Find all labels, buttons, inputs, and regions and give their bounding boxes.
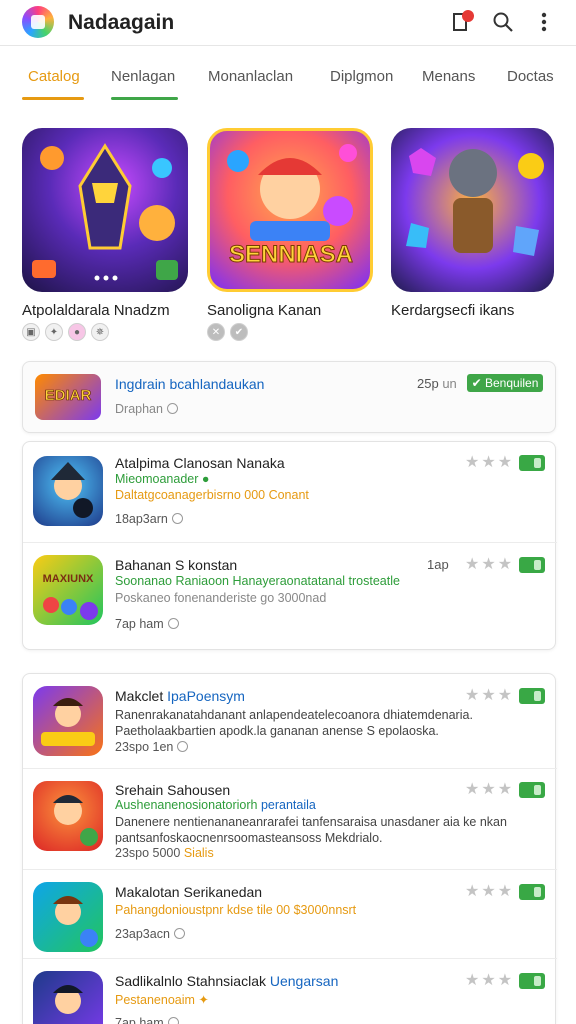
download-status-icon[interactable]	[519, 973, 545, 989]
download-status-icon[interactable]	[519, 455, 545, 471]
check-icon: ✔	[471, 376, 485, 390]
game-meta: 23spo 1en	[115, 740, 189, 754]
verified-icon: ●	[201, 472, 210, 486]
download-status-icon[interactable]	[519, 557, 545, 573]
list-item[interactable]: Atalpima Clanosan Nanaka Mieomoanader ● …	[23, 442, 557, 542]
game-thumbnail[interactable]	[33, 686, 103, 756]
more-vert-icon[interactable]	[530, 8, 558, 36]
promo-size: 25p un	[417, 376, 457, 391]
star-badge-icon: ✦	[198, 993, 209, 1007]
app-title: Nadaagain	[68, 11, 175, 34]
secondary-tab-indicator	[111, 97, 178, 100]
featured-art[interactable]	[22, 128, 188, 292]
game-meta: 18ap3arn	[115, 512, 183, 526]
promo-subtitle: Draphan	[115, 402, 178, 416]
rating-stars: ★ ★ ★	[465, 972, 513, 989]
featured-art[interactable]: SENNIASA	[207, 128, 373, 292]
game-meta: 7ap ham	[115, 617, 179, 631]
search-icon[interactable]	[489, 8, 517, 36]
rating-stars: ★ ★ ★	[465, 883, 513, 900]
game-price: Daltatgcoanagerbisrno 000 Conant	[115, 488, 309, 502]
promo-card[interactable]: EDIAR Ingdrain bcahlandaukan Draphan 25p…	[22, 361, 556, 433]
promo-thumbnail[interactable]: EDIAR	[35, 374, 101, 420]
list-item[interactable]: Makclet IpaPoensym Ranenrakanatahdanant …	[23, 674, 557, 768]
clock-icon	[167, 1017, 179, 1024]
game-thumbnail[interactable]	[33, 882, 103, 952]
clock-icon	[171, 513, 183, 524]
game-meta: 7ap ham	[115, 1016, 179, 1024]
active-tab-indicator	[22, 97, 84, 100]
game-size: 1ap	[427, 557, 449, 572]
badge-icon: ●	[68, 323, 86, 341]
tab-monanlaclan[interactable]: Monanlaclan	[208, 68, 293, 85]
game-price: Pestanenoaim ✦	[115, 993, 209, 1007]
tab-doctas[interactable]: Doctas	[507, 68, 554, 85]
clock-icon	[177, 741, 189, 752]
rating-stars: ★ ★ ★	[465, 556, 513, 573]
category-tabs: Catalog Nenlagan Monanlaclan Diplgmon Me…	[0, 56, 576, 102]
get-button[interactable]: ✔ Benquilen	[467, 374, 543, 392]
game-title[interactable]: Srehain Sahousen	[115, 782, 230, 798]
rating-stars: ★ ★ ★	[465, 454, 513, 471]
game-description: Ranenrakanatahdanant anlapendeatelecoano…	[115, 708, 473, 738]
list-item[interactable]: Sadlikalnlo Stahnsiaclak Uengarsan Pesta…	[23, 959, 557, 1024]
game-price: Pahangdonioustpnr kdse tile 00 $3000nnsr…	[115, 903, 357, 917]
game-meta: 23spo 5000 Sialis	[115, 846, 214, 860]
game-thumbnail[interactable]	[33, 781, 103, 851]
list-item[interactable]: Srehain Sahousen Aushenanenosionatoriorh…	[23, 769, 557, 869]
notification-badge	[462, 10, 474, 22]
list-item[interactable]: MAXIUNX Bahanan S konstan 1ap Soonanao R…	[23, 543, 557, 649]
featured-game-3[interactable]: Kerdargsecfi ikans	[391, 128, 557, 319]
game-list-2: Makclet IpaPoensym Ranenrakanatahdanant …	[22, 673, 557, 1024]
featured-badges: ✕ ✔	[207, 323, 248, 341]
tab-catalog[interactable]: Catalog	[28, 68, 80, 85]
featured-art-wordmark: SENNIASA	[228, 241, 354, 269]
game-description: Danenere nentienananeanrarafei tanfensar…	[115, 815, 507, 845]
featured-title: Atpolaldarala Nnadzm	[22, 302, 170, 319]
badge-icon: ✔	[230, 323, 248, 341]
download-status-icon[interactable]	[519, 688, 545, 704]
badge-icon: ▣	[22, 323, 40, 341]
download-status-icon[interactable]	[519, 782, 545, 798]
rating-stars: ★ ★ ★	[465, 687, 513, 704]
download-status-icon[interactable]	[519, 884, 545, 900]
game-title[interactable]: Makalotan Serikanedan	[115, 884, 262, 900]
game-tag: Mieomoanader ●	[115, 472, 210, 486]
badge-icon: ✦	[45, 323, 63, 341]
top-app-bar: Nadaagain	[0, 0, 576, 46]
clock-icon	[167, 618, 179, 629]
game-price: Poskaneo fonenanderiste go 3000nad	[115, 591, 327, 605]
featured-badges: ▣ ✦ ● ✵	[22, 323, 109, 341]
game-title[interactable]: Atalpima Clanosan Nanaka	[115, 455, 285, 471]
game-title[interactable]: Bahanan S konstan	[115, 557, 237, 573]
app-logo-icon[interactable]	[22, 6, 54, 38]
badge-icon: ✵	[91, 323, 109, 341]
game-tag: Soonanao Raniaoon Hanayeraonatatanal tro…	[115, 574, 400, 588]
tab-diplgmon[interactable]: Diplgmon	[330, 68, 393, 85]
notifications-icon[interactable]	[446, 8, 474, 36]
game-meta: 23ap3acn	[115, 927, 185, 941]
list-item[interactable]: Makalotan Serikanedan Pahangdonioustpnr …	[23, 870, 557, 958]
tab-nenlagan[interactable]: Nenlagan	[111, 68, 175, 85]
clock-icon	[173, 928, 185, 939]
tab-menans[interactable]: Menans	[422, 68, 475, 85]
featured-title: Sanoligna Kanan	[207, 302, 322, 319]
game-tag: Aushenanenosionatoriorh perantaila	[115, 798, 316, 812]
promo-title[interactable]: Ingdrain bcahlandaukan	[115, 376, 264, 392]
featured-game-2[interactable]: SENNIASA Sanoligna Kanan ✕ ✔	[207, 128, 373, 341]
game-thumbnail[interactable]	[33, 456, 103, 526]
game-title[interactable]: Makclet IpaPoensym	[115, 688, 245, 704]
clock-icon	[166, 403, 178, 414]
featured-game-1[interactable]: Atpolaldarala Nnadzm ▣ ✦ ● ✵	[22, 128, 188, 341]
featured-art[interactable]	[391, 128, 554, 292]
game-title[interactable]: Sadlikalnlo Stahnsiaclak Uengarsan	[115, 973, 338, 989]
badge-icon: ✕	[207, 323, 225, 341]
promo-art-wordmark: EDIAR	[44, 387, 92, 405]
featured-title: Kerdargsecfi ikans	[391, 302, 515, 319]
game-thumbnail[interactable]	[33, 971, 103, 1024]
game-list-1: Atalpima Clanosan Nanaka Mieomoanader ● …	[22, 441, 557, 650]
rating-stars: ★ ★ ★	[465, 781, 513, 798]
game-thumbnail[interactable]: MAXIUNX	[33, 555, 103, 625]
